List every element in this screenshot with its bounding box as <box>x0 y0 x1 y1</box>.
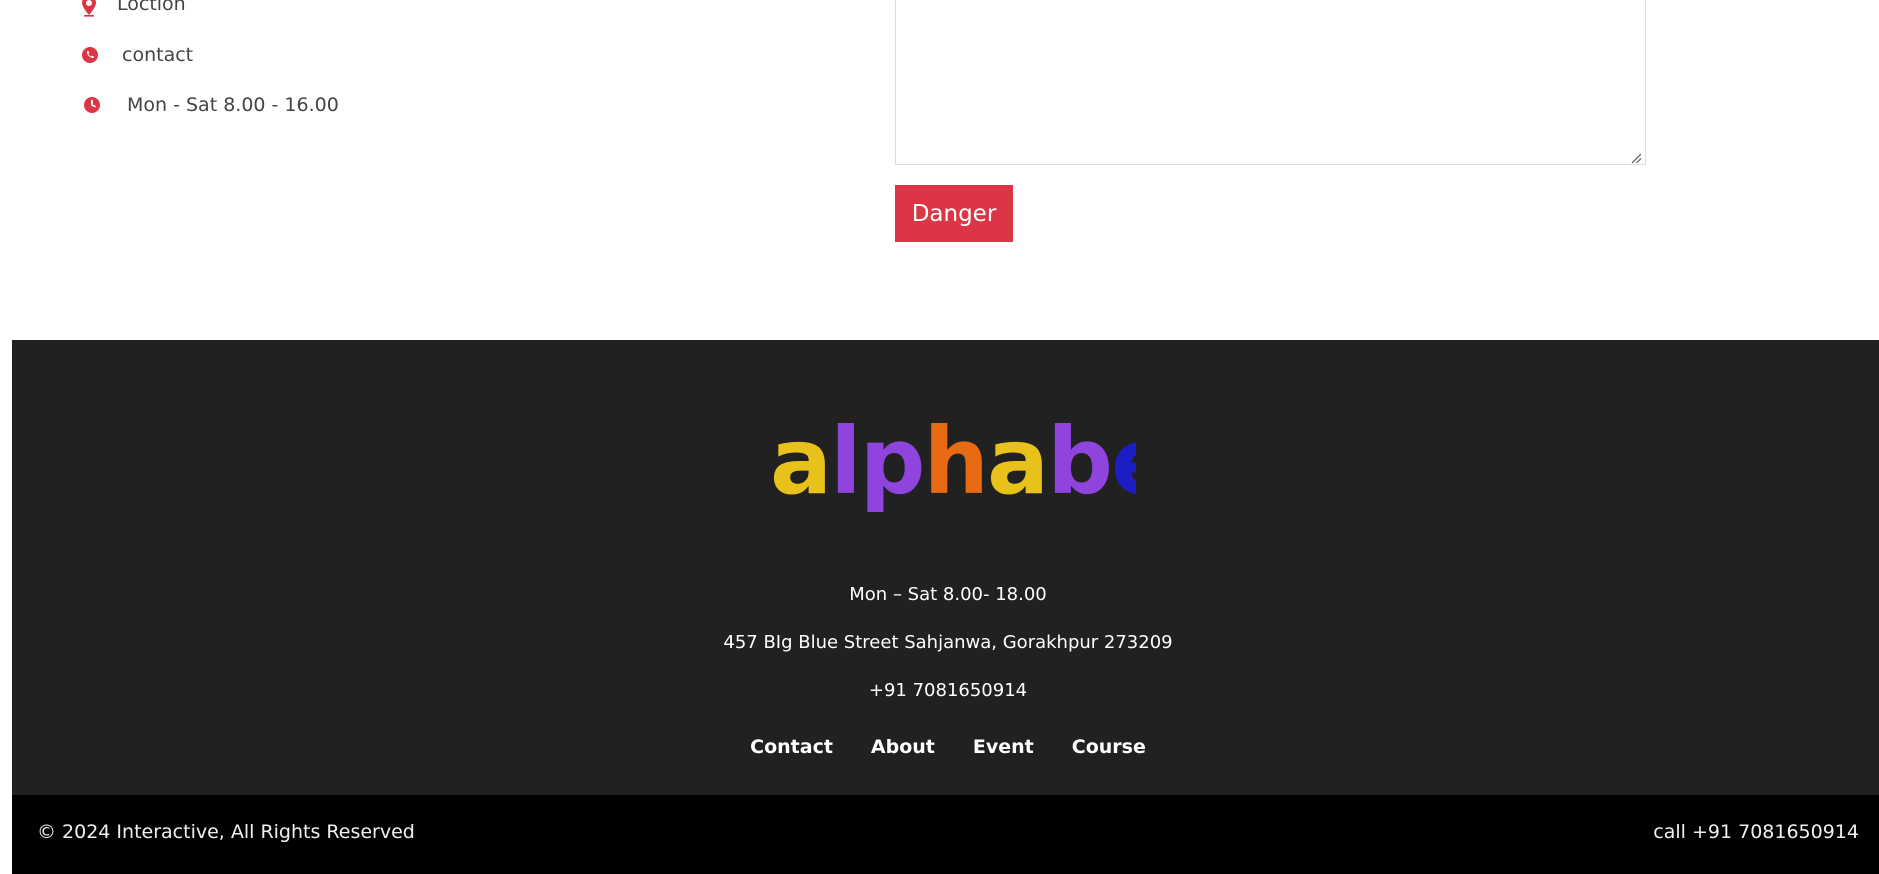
clock-icon <box>83 96 101 114</box>
info-contact: contact <box>81 44 193 66</box>
footer-link-event[interactable]: Event <box>973 736 1034 758</box>
call-text: call +91 7081650914 <box>1653 821 1859 843</box>
alphabet-logo[interactable]: alphabet <box>766 413 1136 533</box>
footer-link-course[interactable]: Course <box>1072 736 1146 758</box>
footer-address: 457 BIg Blue Street Sahjanwa, Gorakhpur … <box>723 632 1173 653</box>
info-hours: Mon - Sat 8.00 - 16.00 <box>83 94 339 116</box>
page: Loction contact Mon - Sat 8.00 - 16.00 D… <box>0 0 1879 874</box>
info-hours-label: Mon - Sat 8.00 - 16.00 <box>127 94 339 116</box>
footer-nav: Contact About Event Course <box>12 736 1879 758</box>
info-contact-label: contact <box>122 44 194 66</box>
info-location-label: Loction <box>117 0 186 15</box>
copyright-text: © 2024 Interactive, All Rights Reserved <box>37 821 415 843</box>
footer-link-contact[interactable]: Contact <box>750 736 833 758</box>
footer: alphabet Mon – Sat 8.00- 18.00 457 BIg B… <box>12 340 1879 795</box>
footer-link-about[interactable]: About <box>871 736 935 758</box>
resize-handle-icon[interactable] <box>1630 149 1642 164</box>
map-pin-icon <box>80 0 98 17</box>
bottom-bar: © 2024 Interactive, All Rights Reserved … <box>12 795 1879 874</box>
danger-button[interactable]: Danger <box>895 185 1013 242</box>
svg-text:alphabet: alphabet <box>770 413 1136 515</box>
phone-icon <box>81 46 99 64</box>
footer-phone: +91 7081650914 <box>868 680 1028 701</box>
info-location: Loction <box>80 0 186 17</box>
footer-hours: Mon – Sat 8.00- 18.00 <box>849 584 1047 605</box>
message-textarea[interactable] <box>895 0 1646 165</box>
